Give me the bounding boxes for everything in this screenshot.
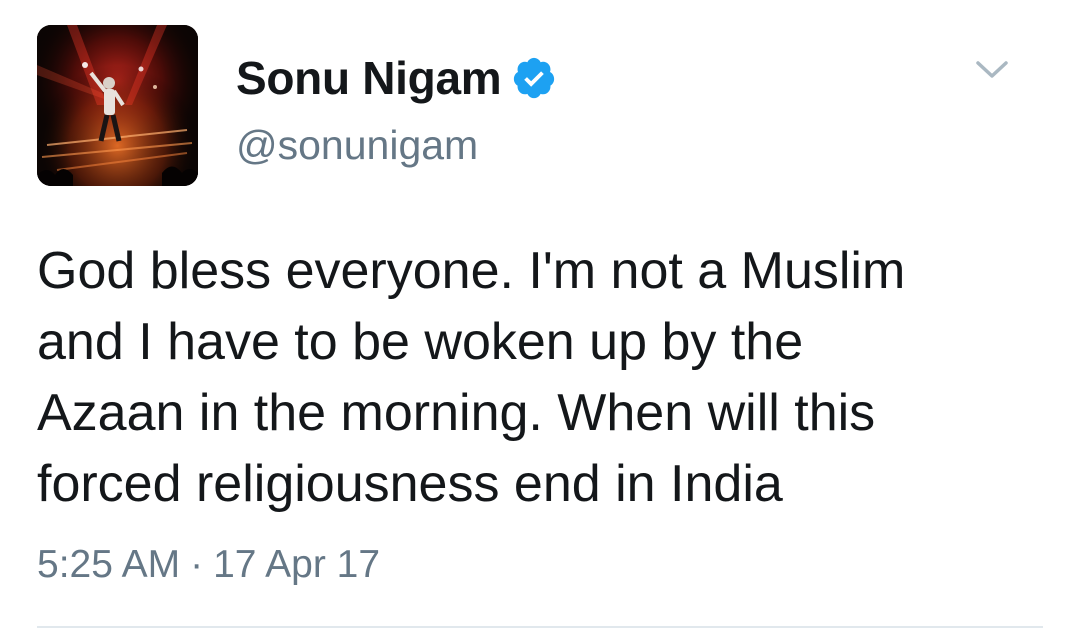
- avatar[interactable]: [37, 25, 198, 186]
- tweet-date: 17 Apr 17: [213, 543, 381, 586]
- concert-stage-photo: [37, 25, 198, 186]
- verified-badge-icon: [511, 55, 557, 101]
- chevron-down-icon[interactable]: [972, 52, 1012, 88]
- author-display-name[interactable]: Sonu Nigam: [236, 49, 502, 107]
- tweet-time: 5:25 AM: [37, 543, 181, 586]
- author-row: Sonu Nigam: [236, 49, 557, 107]
- meta-separator: ·: [190, 543, 204, 586]
- tweet-card: Sonu Nigam @sonunigam God bless everyone…: [0, 0, 1080, 636]
- tweet-text: God bless everyone. I'm not a Muslim and…: [37, 242, 906, 513]
- author-handle[interactable]: @sonunigam: [236, 119, 478, 171]
- divider: [37, 626, 1043, 628]
- tweet-timestamp[interactable]: 5:25 AM · 17 Apr 17: [37, 540, 380, 590]
